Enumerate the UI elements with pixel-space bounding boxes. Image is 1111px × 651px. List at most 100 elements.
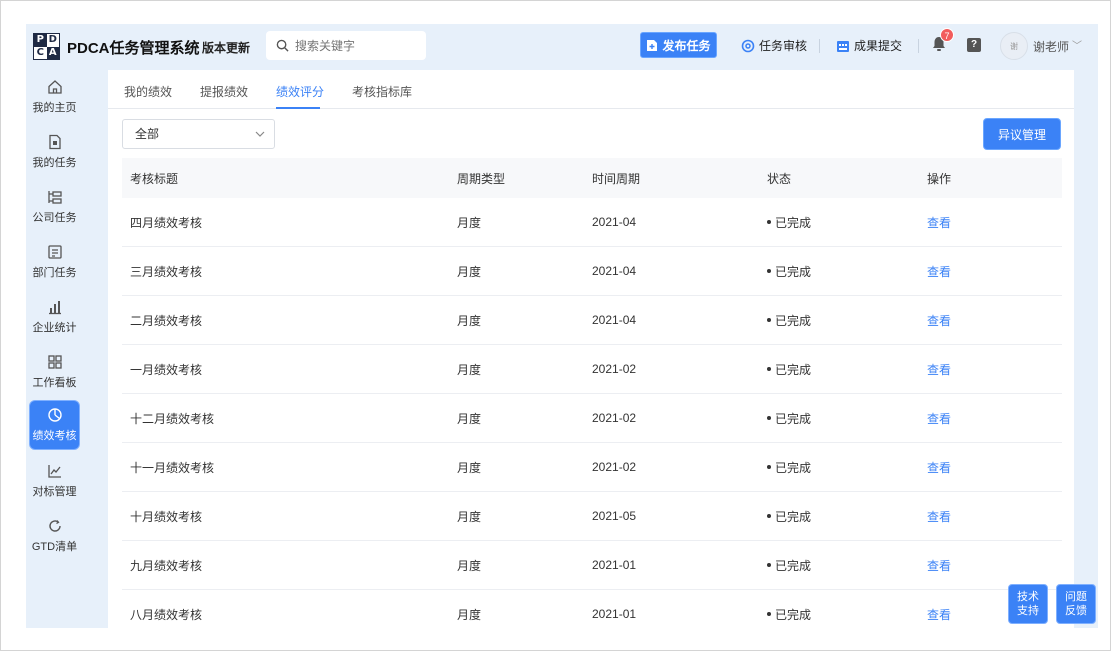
- cycle-filter-select[interactable]: 全部: [122, 119, 275, 149]
- sidebar-item-home[interactable]: 我的主页: [29, 72, 80, 122]
- header-title: 考核标题: [130, 171, 179, 186]
- task-review-link[interactable]: 任务审核: [741, 37, 807, 54]
- row-period: 2021-01: [592, 558, 637, 572]
- table-header: 考核标题 周期类型 时间周期 状态 操作: [122, 158, 1062, 198]
- status-text: 已完成: [775, 362, 812, 377]
- header-cycle-type: 周期类型: [457, 171, 506, 186]
- sidebar-item-workboard[interactable]: 工作看板: [29, 347, 80, 397]
- row-period: 2021-02: [592, 411, 637, 425]
- row-title: 四月绩效考核: [130, 215, 203, 230]
- row-title: 一月绩效考核: [130, 362, 203, 377]
- notification-badge: 7: [940, 28, 954, 42]
- view-link[interactable]: 查看: [927, 541, 951, 589]
- avatar[interactable]: 谢: [1000, 32, 1028, 60]
- view-link[interactable]: 查看: [927, 590, 951, 628]
- sidebar-item-label: 我的主页: [32, 102, 77, 114]
- result-submit-link[interactable]: 成果提交: [836, 37, 902, 54]
- app-title: PDCA任务管理系统: [67, 40, 200, 57]
- calendar-icon: [47, 245, 62, 259]
- main-content: 我的绩效 提报绩效 绩效评分 考核指标库 全部 异议管理 考核标题 周期类型 时…: [108, 70, 1074, 628]
- tab-report-performance[interactable]: 提报绩效: [200, 83, 248, 100]
- view-link[interactable]: 查看: [927, 394, 951, 442]
- status-text: 已完成: [775, 558, 812, 573]
- row-status: 已完成: [767, 296, 811, 344]
- sidebar-item-enterprise-stats[interactable]: 企业统计: [29, 292, 80, 342]
- sidebar-item-label: 公司任务: [32, 212, 77, 224]
- line-chart-icon: [47, 465, 61, 478]
- filter-value: 全部: [135, 127, 160, 141]
- row-status: 已完成: [767, 443, 811, 491]
- row-cycle-type: 月度: [457, 411, 482, 426]
- chevron-down-icon[interactable]: ﹀: [1072, 37, 1082, 52]
- sidebar-item-label: 对标管理: [32, 486, 77, 498]
- status-text: 已完成: [775, 313, 812, 328]
- feedback-label: 问题 反馈: [1065, 591, 1087, 617]
- sidebar-item-performance[interactable]: 绩效考核: [29, 400, 80, 450]
- sidebar-item-label: 我的任务: [32, 157, 77, 169]
- sidebar-item-my-tasks[interactable]: 我的任务: [29, 127, 80, 177]
- row-title: 十一月绩效考核: [130, 460, 215, 475]
- logo-letter-a: A: [46, 46, 59, 59]
- row-cycle-type: 月度: [457, 362, 482, 377]
- status-text: 已完成: [775, 607, 812, 622]
- sidebar-item-company-tasks[interactable]: 公司任务: [29, 182, 80, 232]
- table-row: 二月绩效考核 月度 2021-04 已完成 查看: [122, 296, 1062, 345]
- top-header: P D C A PDCA任务管理系统 版本更新 发布任务: [26, 24, 1098, 70]
- tab-bar: 我的绩效 提报绩效 绩效评分 考核指标库: [108, 70, 1074, 109]
- status-dot-icon: [767, 563, 771, 567]
- sidebar-item-gtd[interactable]: GTD清单: [29, 511, 80, 561]
- search-input[interactable]: [295, 38, 415, 53]
- dispute-management-button[interactable]: 异议管理: [983, 118, 1061, 150]
- sidebar-item-label: 绩效考核: [32, 430, 77, 442]
- row-cycle-type: 月度: [457, 264, 482, 279]
- feedback-button[interactable]: 问题 反馈: [1056, 584, 1096, 624]
- row-cycle-type: 月度: [457, 313, 482, 328]
- table-row: 十月绩效考核 月度 2021-05 已完成 查看: [122, 492, 1062, 541]
- tab-indicator-library[interactable]: 考核指标库: [352, 83, 412, 100]
- header-status: 状态: [767, 171, 792, 186]
- tree-icon: [47, 191, 62, 204]
- view-link[interactable]: 查看: [927, 296, 951, 344]
- file-icon: [48, 134, 61, 150]
- header-divider: [918, 39, 919, 53]
- row-status: 已完成: [767, 590, 811, 628]
- row-status: 已完成: [767, 492, 811, 540]
- sidebar-item-department-tasks[interactable]: 部门任务: [29, 237, 80, 287]
- publish-task-label: 发布任务: [662, 38, 711, 53]
- row-status: 已完成: [767, 247, 811, 295]
- view-link[interactable]: 查看: [927, 198, 951, 246]
- tab-my-performance[interactable]: 我的绩效: [124, 83, 172, 100]
- performance-table: 考核标题 周期类型 时间周期 状态 操作 四月绩效考核 月度 2021-04 已完成查…: [122, 158, 1062, 628]
- sidebar-item-benchmark[interactable]: 对标管理: [29, 456, 80, 506]
- row-cycle-type: 月度: [457, 509, 482, 524]
- row-period: 2021-01: [592, 607, 637, 621]
- sidebar-item-label: 工作看板: [32, 377, 77, 389]
- row-cycle-type: 月度: [457, 215, 482, 230]
- search-box[interactable]: [266, 31, 426, 60]
- view-link[interactable]: 查看: [927, 345, 951, 393]
- row-status: 已完成: [767, 394, 811, 442]
- publish-task-button[interactable]: 发布任务: [640, 32, 717, 58]
- tech-support-label: 技术 支持: [1017, 591, 1039, 617]
- header-period: 时间周期: [592, 171, 641, 186]
- table-body: 四月绩效考核 月度 2021-04 已完成 查看 三月绩效考核 月度 2021-04 已完成 查看…: [122, 198, 1062, 628]
- screenshot-frame: P D C A PDCA任务管理系统 版本更新 发布任务: [0, 0, 1111, 651]
- row-period: 2021-02: [592, 362, 637, 376]
- help-icon[interactable]: ?: [967, 38, 981, 52]
- version-update-link[interactable]: 版本更新: [202, 39, 250, 56]
- tab-performance-scoring[interactable]: 绩效评分: [276, 83, 324, 100]
- grid-icon: [47, 355, 62, 369]
- status-text: 已完成: [775, 411, 812, 426]
- row-period: 2021-05: [592, 509, 637, 523]
- pdca-logo: P D C A: [33, 33, 60, 60]
- table-row: 九月绩效考核 月度 2021-01 已完成 查看: [122, 541, 1062, 590]
- row-status: 已完成: [767, 198, 811, 246]
- row-title: 十月绩效考核: [130, 509, 203, 524]
- result-submit-label: 成果提交: [854, 39, 903, 53]
- view-link[interactable]: 查看: [927, 247, 951, 295]
- tech-support-button[interactable]: 技术 支持: [1008, 584, 1048, 624]
- search-icon: [276, 39, 289, 52]
- user-name[interactable]: 谢老师: [1033, 38, 1069, 55]
- view-link[interactable]: 查看: [927, 443, 951, 491]
- view-link[interactable]: 查看: [927, 492, 951, 540]
